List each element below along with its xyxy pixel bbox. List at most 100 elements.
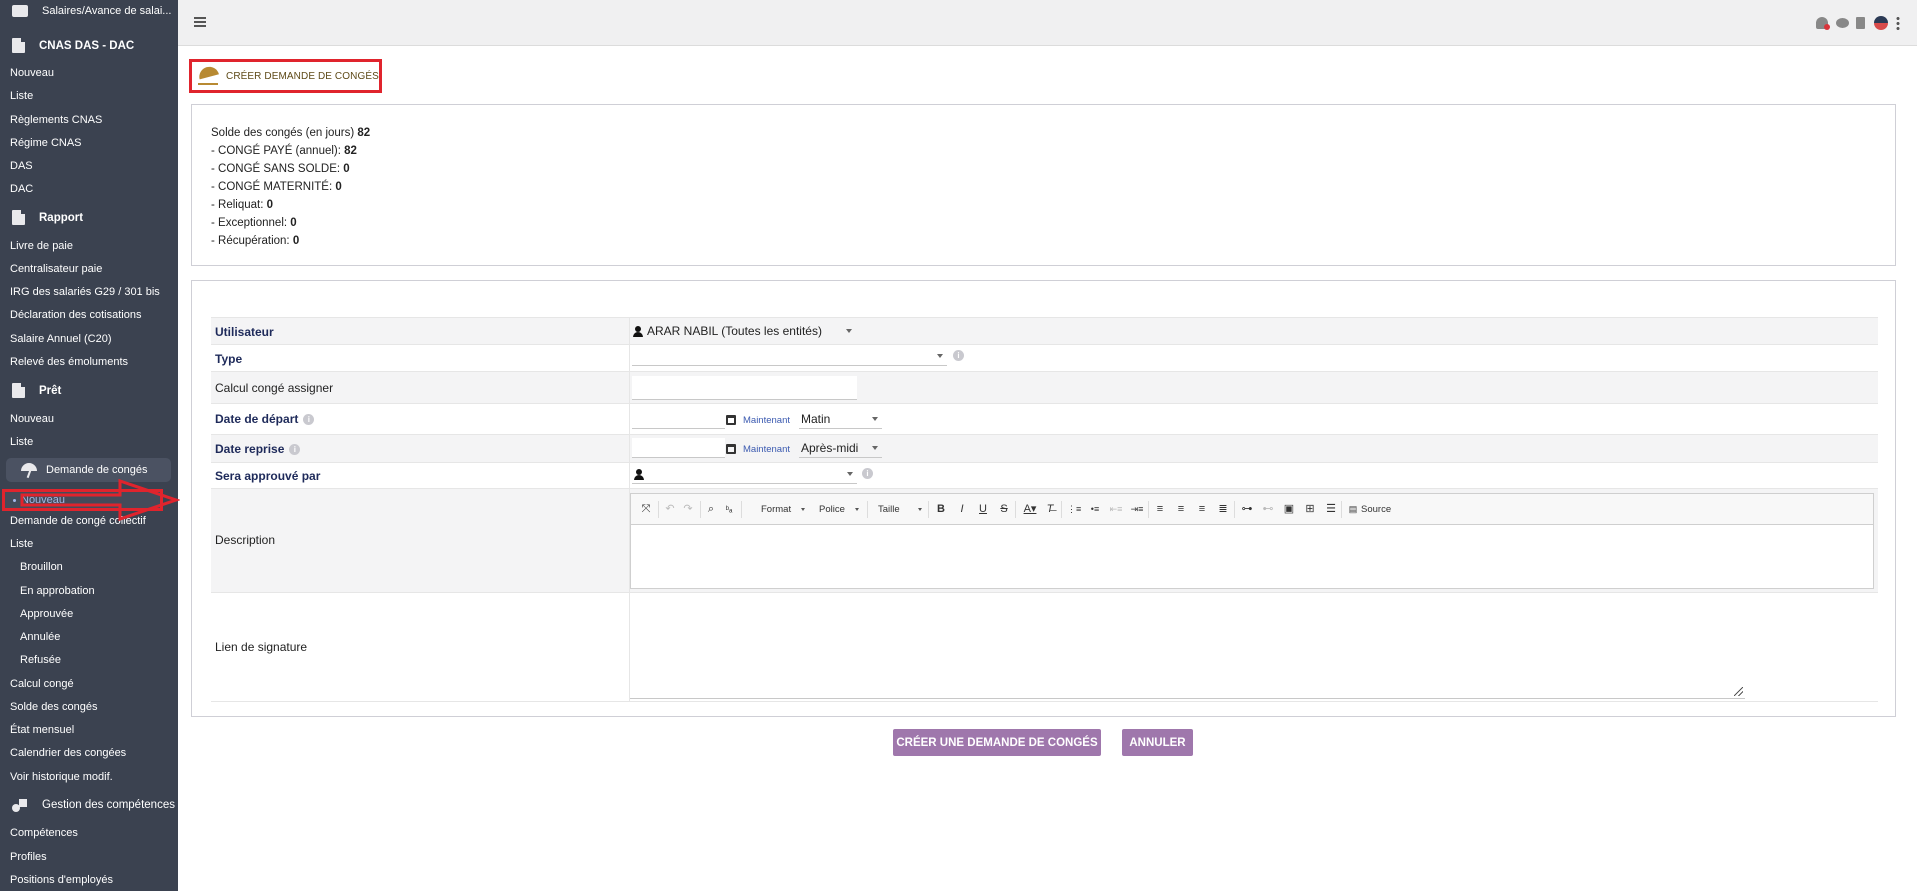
redo-icon[interactable]: ↷ [682,502,694,517]
remove-format-icon[interactable]: T̶ [1043,502,1057,517]
maximize-icon[interactable]: ⤧ [640,502,652,517]
sidebar-section-pret[interactable]: Prêt [12,383,61,398]
sidebar-item-releve-emoluments[interactable]: Relevé des émoluments [10,356,128,368]
type-select[interactable] [632,347,947,366]
info-icon[interactable]: i [303,414,315,426]
depart-now-link[interactable]: Maintenant [743,415,790,426]
calendar-icon[interactable] [726,444,736,454]
reprise-period-select[interactable]: Après-midi [799,438,882,458]
sidebar-item-annulee[interactable]: Annulée [20,631,60,643]
italic-icon[interactable]: I [956,502,968,517]
align-left-icon[interactable]: ≡ [1153,502,1167,517]
numbered-list-icon[interactable]: ⋮≡ [1067,502,1081,517]
signature-textarea[interactable] [630,601,1745,699]
image-icon[interactable]: ▣ [1282,502,1296,517]
font-combo[interactable]: Police [819,502,859,517]
sidebar-item-dac[interactable]: DAC [10,183,33,195]
sidebar-item-declaration-cotisations[interactable]: Déclaration des cotisations [10,309,141,321]
notification-icon[interactable] [1816,17,1830,30]
clipboard-icon[interactable] [1856,17,1865,29]
approver-label: Sera approuvé par [215,469,321,483]
underline-icon[interactable]: U [977,502,989,517]
approver-select[interactable] [632,465,857,484]
sidebar-item-conges-nouveau-active[interactable]: Nouveau [2,489,163,511]
align-justify-icon[interactable]: ≣ [1216,502,1230,517]
avatar[interactable] [1874,16,1888,30]
resize-handle-icon[interactable] [1734,687,1743,696]
sidebar-item-cnas-liste[interactable]: Liste [10,90,33,102]
outdent-icon[interactable]: ⇤≡ [1109,502,1123,517]
sidebar-item-profiles[interactable]: Profiles [10,851,47,863]
sidebar-item-etat-mensuel[interactable]: État mensuel [10,724,74,736]
chevron-down-icon [846,329,852,333]
sidebar-item-conges-liste[interactable]: Liste [10,538,33,550]
utilisateur-select[interactable]: ARAR NABIL (Toutes les entités) [631,321,856,341]
sidebar-item-cnas-nouveau[interactable]: Nouveau [10,67,54,79]
cell-divider [629,372,630,403]
size-combo[interactable]: Taille [878,502,922,517]
horizontal-rule-icon[interactable]: ☰ [1324,502,1338,517]
menu-toggle-icon[interactable] [194,17,206,27]
format-combo[interactable]: Format [761,502,805,517]
cancel-button[interactable]: ANNULER [1122,729,1193,756]
bulleted-list-icon[interactable]: •≡ [1088,502,1102,517]
sidebar-section-rapport[interactable]: Rapport [12,210,83,225]
indent-icon[interactable]: ⇥≡ [1130,502,1144,517]
sidebar-item-en-approbation[interactable]: En approbation [20,585,95,597]
source-button[interactable]: Source [1361,502,1395,517]
sidebar-item-regime-cnas[interactable]: Régime CNAS [10,137,82,149]
sidebar-item-reglements-cnas[interactable]: Règlements CNAS [10,114,102,126]
sidebar-item-solde-conges[interactable]: Solde des congés [10,701,97,713]
sidebar-section-title: Rapport [39,211,84,224]
replace-icon[interactable]: ᵇₐ [723,502,735,517]
sidebar-item-historique[interactable]: Voir historique modif. [10,771,113,783]
link-icon[interactable]: ⊶ [1240,502,1254,517]
form-row-type: Type i [211,344,1878,371]
description-editor-area[interactable] [631,525,1873,588]
sidebar-item-salaire-annuel[interactable]: Salaire Annuel (C20) [10,333,112,345]
calcul-input[interactable] [632,376,857,400]
table-icon[interactable]: ⊞ [1303,502,1317,517]
sidebar-item-refusee[interactable]: Refusée [20,654,61,666]
chat-icon[interactable] [1836,18,1849,28]
sidebar-item-calendrier-conges[interactable]: Calendrier des congées [10,747,126,759]
find-icon[interactable]: ⌕ [705,502,717,517]
sidebar-item-positions[interactable]: Positions d'employés [10,874,113,886]
date-depart-input[interactable] [632,409,725,429]
info-icon[interactable]: i [862,468,873,479]
date-reprise-input[interactable] [632,438,725,458]
description-label: Description [215,533,276,547]
sidebar-item-das[interactable]: DAS [10,160,33,172]
sidebar-group-demande-conges[interactable]: Demande de congés [6,458,171,482]
align-right-icon[interactable]: ≡ [1195,502,1209,517]
sidebar-item-calcul-conge[interactable]: Calcul congé [10,678,74,690]
sidebar-item-brouillon[interactable]: Brouillon [20,561,63,573]
unlink-icon[interactable]: ⊷ [1261,502,1275,517]
sidebar-item-pret-nouveau[interactable]: Nouveau [10,413,54,425]
calendar-icon[interactable] [726,415,736,425]
sidebar-item-pret-liste[interactable]: Liste [10,436,33,448]
balance-line: - CONGÉ MATERNITÉ: 0 [211,178,1876,196]
sidebar-section-cnas[interactable]: CNAS DAS - DAC [12,38,134,53]
info-icon[interactable]: i [289,444,301,456]
bold-icon[interactable]: B [935,502,947,517]
sidebar-item-conge-collectif[interactable]: Demande de congé collectif [10,515,146,527]
create-request-button[interactable]: CRÉER UNE DEMANDE DE CONGÉS [893,729,1101,756]
align-center-icon[interactable]: ≡ [1174,502,1188,517]
more-vertical-icon[interactable] [1896,16,1900,30]
undo-icon[interactable]: ↶ [664,502,676,517]
sidebar-item-competences[interactable]: Compétences [10,827,78,839]
topbar [178,0,1917,46]
depart-period-select[interactable]: Matin [799,409,882,429]
sidebar-item-salaires-avance[interactable]: Salaires/Avance de salai... [12,5,171,17]
sidebar-section-competences[interactable]: Gestion des compétences [12,798,175,812]
sidebar-item-approuvee[interactable]: Approuvée [20,608,73,620]
strikethrough-icon[interactable]: S [998,502,1010,517]
reprise-now-link[interactable]: Maintenant [743,444,790,455]
info-icon[interactable]: i [953,350,964,361]
source-icon[interactable]: ▤ [1347,502,1359,517]
sidebar-item-livre-de-paie[interactable]: Livre de paie [10,240,73,252]
text-color-icon[interactable]: A▾ [1020,502,1040,517]
sidebar-item-irg[interactable]: IRG des salariés G29 / 301 bis [10,286,160,298]
sidebar-item-centralisateur-paie[interactable]: Centralisateur paie [10,263,102,275]
